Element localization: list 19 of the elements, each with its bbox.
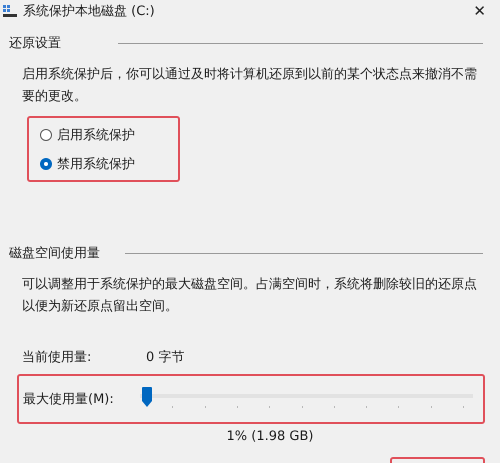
description-text: 可以调整用于系统保护的最大磁盘空间。占满空间时，系统将删除较旧的还原点以便为新还原点留出空间。: [22, 276, 478, 316]
radio-button[interactable]: [40, 128, 52, 140]
window-title: 系统保护本地磁盘 (C:): [23, 3, 155, 20]
radio-label: 禁用系统保护: [57, 156, 135, 172]
radio-label: 启用系统保护: [57, 126, 135, 144]
current-usage-value: 0 字节: [146, 349, 184, 366]
slider-thumb[interactable]: [142, 387, 152, 407]
current-usage-label: 当前使用量:: [22, 349, 92, 366]
description-text: 启用系统保护后，你可以通过及时将计算机还原到以前的某个状态点来撤消不需要的更改。: [22, 66, 478, 106]
section-heading: 还原设置: [9, 35, 62, 52]
slider-track[interactable]: [140, 387, 473, 411]
radio-option[interactable]: 禁用系统保护: [40, 154, 178, 172]
radio-option[interactable]: 启用系统保护: [40, 126, 178, 144]
max-usage-reading: 1% (1.98 GB): [226, 429, 314, 444]
max-usage-label: 最大使用量(M):: [23, 391, 115, 408]
window-icon: [3, 5, 17, 17]
close-button[interactable]: ✕: [469, 2, 490, 20]
section-heading: 磁盘空间使用量: [9, 245, 101, 262]
radio-button[interactable]: [40, 158, 52, 170]
